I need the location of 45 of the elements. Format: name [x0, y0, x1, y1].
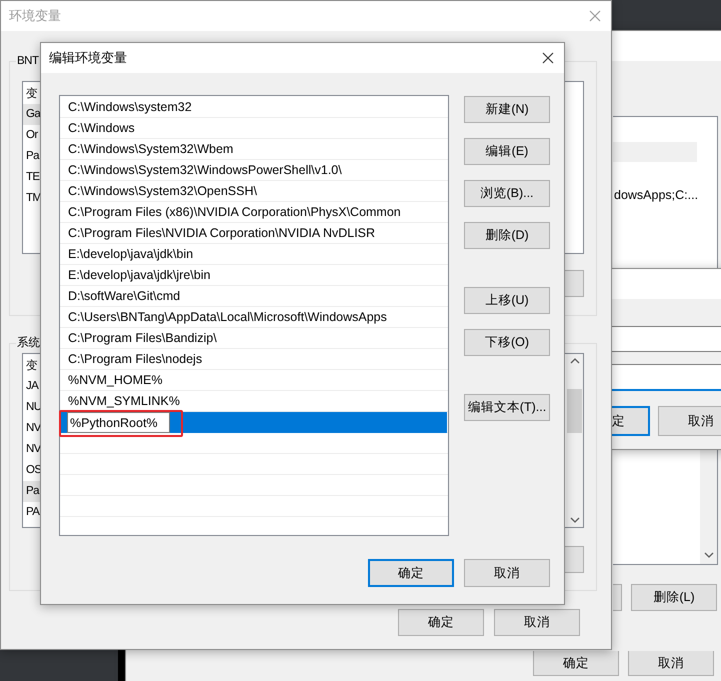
- dialog-button[interactable]: 编辑(E): [464, 138, 550, 165]
- dialog-button[interactable]: 删除(D): [464, 222, 550, 249]
- list-item[interactable]: %PythonRoot%: [61, 412, 447, 433]
- list-item[interactable]: C:\Program Files\NVIDIA Corporation\NVIDIA NvDLISR: [61, 223, 447, 244]
- list-item[interactable]: C:\Windows\System32\WindowsPowerShell\v1.0\: [61, 160, 447, 181]
- list-item[interactable]: %NVM_SYMLINK%: [61, 391, 447, 412]
- list-item[interactable]: JA: [23, 376, 41, 397]
- list-item[interactable]: %NVM_HOME%: [61, 370, 447, 391]
- scrollbar[interactable]: [566, 354, 583, 527]
- list-item[interactable]: C:\Program Files (x86)\NVIDIA Corporation\PhysX\Common: [61, 202, 447, 223]
- dialog-button[interactable]: 下移(O): [464, 329, 550, 356]
- list-item[interactable]: C:\Program Files\nodejs: [61, 349, 447, 370]
- dialog-button[interactable]: 浏览(B)...: [464, 180, 550, 207]
- dialog-button[interactable]: 取消: [464, 559, 550, 587]
- dialog-button[interactable]: 上移(U): [464, 287, 550, 314]
- window-title: 环境变量: [9, 7, 61, 25]
- input-field[interactable]: [612, 364, 721, 391]
- dialog-button[interactable]: 定: [612, 406, 650, 436]
- list-item[interactable]: Pa: [23, 481, 41, 502]
- window-edge: [118, 650, 125, 681]
- list-item[interactable]: Pa: [23, 146, 41, 167]
- input-field[interactable]: %PythonRoot%: [67, 412, 170, 433]
- list-item[interactable]: C:\Users\BNTang\AppData\Local\Microsoft\WindowsApps: [61, 307, 447, 328]
- dialog-button[interactable]: 确定: [368, 559, 454, 587]
- column-header: 变: [25, 358, 39, 374]
- list-item[interactable]: E:\develop\java\jdk\jre\bin: [61, 265, 447, 286]
- list-item[interactable]: C:\Windows\System32\Wbem: [61, 139, 447, 160]
- column-header: 变: [25, 86, 39, 102]
- list-item[interactable]: C:\Windows: [61, 118, 447, 139]
- list-item[interactable]: C:\Windows\system32: [61, 97, 447, 118]
- dialog-button[interactable]: 取消: [658, 406, 721, 436]
- close-icon[interactable]: [542, 52, 554, 64]
- list-item[interactable]: C:\Windows\System32\OpenSSH\: [61, 181, 447, 202]
- scrollbar-thumb[interactable]: [567, 388, 582, 432]
- dialog-button[interactable]: 新建(N): [464, 96, 550, 123]
- list-item[interactable]: PA: [23, 502, 41, 523]
- list-item[interactable]: Or: [23, 125, 41, 146]
- list-item[interactable]: TE: [23, 167, 41, 188]
- window-title: 编辑环境变量: [49, 49, 127, 67]
- dialog-button[interactable]: 编辑文本(T)...: [464, 394, 550, 421]
- list-item[interactable]: D:\softWare\Git\cmd: [61, 286, 447, 307]
- input-field[interactable]: [612, 326, 721, 352]
- list-item[interactable]: E:\develop\java\jdk\bin: [61, 244, 447, 265]
- list-item[interactable]: Ga: [23, 104, 41, 125]
- list-item[interactable]: C:\Program Files\Bandizip\: [61, 328, 447, 349]
